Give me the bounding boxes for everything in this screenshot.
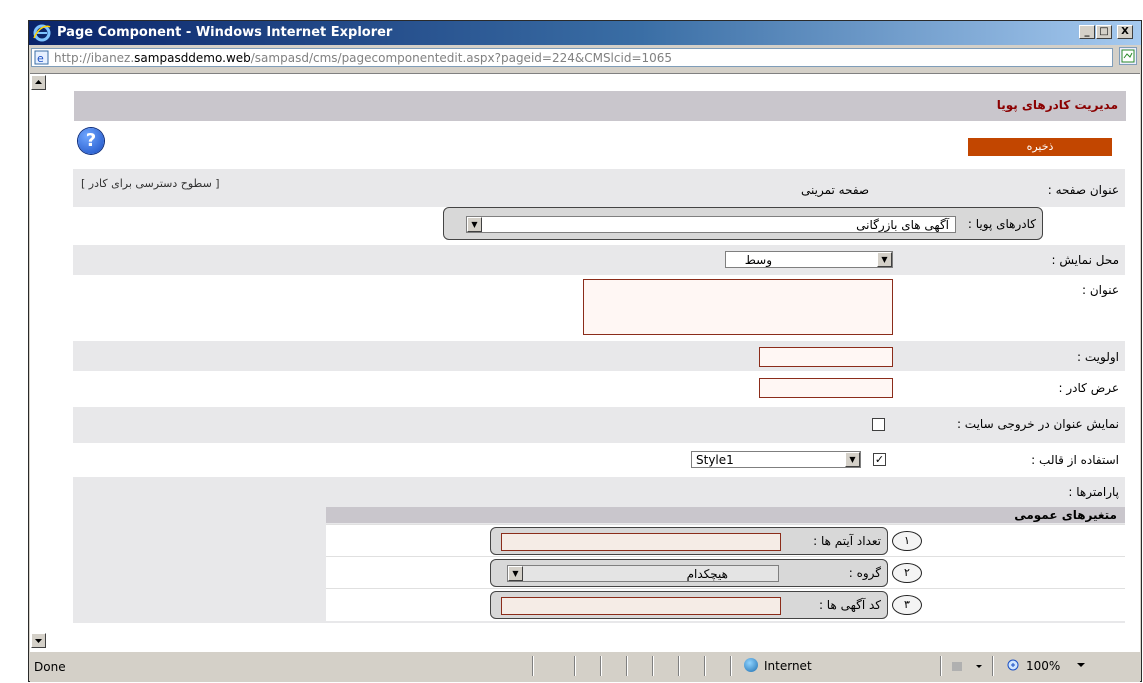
- parameter-number: ٢: [892, 563, 922, 583]
- parameters-header: متغیرهای عمومی: [326, 507, 1125, 523]
- page-title: مدیریت کادرهای پویا: [996, 98, 1118, 112]
- row-page-title: [ سطوح دسترسی برای کادر ] صفحه تمرینی عن…: [73, 169, 1125, 207]
- frame-width-label: عرض کادر :: [1058, 381, 1119, 395]
- minimize-button[interactable]: _: [1079, 25, 1095, 39]
- use-template-checkbox[interactable]: ✓: [873, 453, 886, 466]
- url-field[interactable]: e http://ibanez.sampasddemo.web/sampasd/…: [31, 48, 1113, 67]
- status-separator: [652, 656, 653, 676]
- dropdown-arrow-icon[interactable]: ▼: [467, 217, 482, 232]
- parameter-number: ٣: [892, 595, 922, 615]
- parameter-row: کد آگهی ها : ٣: [326, 588, 1125, 621]
- row-title: عنوان :: [73, 275, 1125, 341]
- parameter-group: ▼ هیچکدام گروه :: [490, 559, 888, 587]
- svg-text:e: e: [37, 52, 44, 65]
- template-select[interactable]: Style1 ▼: [691, 451, 861, 468]
- page-icon: e: [34, 50, 49, 65]
- dynamic-frames-value: آگهی های بازرگانی: [856, 218, 949, 232]
- display-location-select[interactable]: وسط ▼: [725, 251, 893, 268]
- title-textarea[interactable]: [583, 279, 893, 335]
- scroll-up-icon[interactable]: [31, 75, 46, 90]
- close-button[interactable]: X: [1117, 25, 1133, 39]
- save-button[interactable]: ذخیره: [968, 138, 1112, 156]
- window-title: Page Component - Windows Internet Explor…: [57, 25, 393, 40]
- ad-codes-label: کد آگهی ها :: [818, 598, 881, 612]
- status-separator: [992, 656, 993, 676]
- globe-icon: [744, 658, 758, 672]
- item-count-label: تعداد آیتم ها :: [813, 534, 881, 548]
- display-location-value: وسط: [744, 253, 772, 267]
- help-icon[interactable]: ?: [78, 128, 104, 154]
- browser-window: Page Component - Windows Internet Explor…: [28, 20, 1142, 682]
- go-icon[interactable]: [1119, 47, 1137, 65]
- parameters-label: پارامترها :: [1068, 485, 1119, 499]
- show-title-checkbox[interactable]: [872, 418, 885, 431]
- page-header: مدیریت کادرهای پویا: [74, 91, 1126, 121]
- item-count-input[interactable]: [501, 533, 781, 551]
- row-priority: اولویت :: [73, 341, 1125, 371]
- status-separator: [678, 656, 679, 676]
- page-title-label: عنوان صفحه :: [1047, 183, 1119, 197]
- dynamic-frames-select[interactable]: ▼ آگهی های بازرگانی: [466, 216, 956, 233]
- security-zone: Internet: [764, 659, 812, 673]
- chevron-down-icon[interactable]: [1076, 661, 1086, 669]
- parameter-row: ▼ هیچکدام گروه : ٢: [326, 556, 1125, 589]
- title-label: عنوان :: [1082, 283, 1119, 297]
- status-separator: [704, 656, 705, 676]
- status-separator: [600, 656, 601, 676]
- show-title-label: نمایش عنوان در خروجی سایت :: [956, 417, 1119, 431]
- group-select[interactable]: ▼ هیچکدام: [507, 565, 779, 582]
- protected-mode-icon[interactable]: [950, 659, 986, 673]
- status-bar: Done Internet 100%: [30, 651, 1140, 682]
- parameter-number: ١: [892, 531, 922, 551]
- status-text: Done: [34, 660, 66, 674]
- status-separator: [574, 656, 575, 676]
- display-location-label: محل نمایش :: [1051, 253, 1119, 267]
- template-value: Style1: [696, 453, 734, 467]
- group-value: هیچکدام: [686, 567, 728, 581]
- zoom-level[interactable]: 100%: [1026, 659, 1060, 673]
- url-text: http://ibanez.sampasddemo.web/sampasd/cm…: [54, 51, 673, 65]
- page-title-value: صفحه تمرینی: [801, 183, 870, 197]
- status-separator: [626, 656, 627, 676]
- parameter-group: کد آگهی ها :: [490, 591, 888, 619]
- status-separator: [730, 656, 731, 676]
- priority-label: اولویت :: [1077, 350, 1119, 364]
- row-dynamic-frames: ▼ آگهی های بازرگانی کادرهای پویا :: [73, 207, 1125, 245]
- row-use-template: Style1 ▼ ✓ استفاده از قالب :: [73, 443, 1125, 477]
- priority-input[interactable]: [759, 347, 893, 367]
- frame-width-input[interactable]: [759, 378, 893, 398]
- title-bar: Page Component - Windows Internet Explor…: [29, 21, 1141, 45]
- ie-logo-icon: [33, 24, 51, 42]
- scroll-down-icon[interactable]: [31, 633, 46, 648]
- access-levels-link[interactable]: [ سطوح دسترسی برای کادر ]: [81, 177, 220, 190]
- dropdown-arrow-icon[interactable]: ▼: [508, 566, 523, 581]
- address-bar: e http://ibanez.sampasddemo.web/sampasd/…: [29, 46, 1141, 70]
- parameter-group: تعداد آیتم ها :: [490, 527, 888, 555]
- ad-codes-input[interactable]: [501, 597, 781, 615]
- dropdown-arrow-icon[interactable]: ▼: [877, 252, 892, 267]
- dynamic-frames-group: ▼ آگهی های بازرگانی کادرهای پویا :: [443, 207, 1043, 240]
- row-frame-width: عرض کادر :: [73, 371, 1125, 407]
- dropdown-arrow-icon[interactable]: ▼: [845, 452, 860, 467]
- zoom-icon: [1007, 659, 1019, 671]
- parameters-header-title: متغیرهای عمومی: [1014, 508, 1117, 522]
- vertical-scrollbar[interactable]: [30, 74, 46, 649]
- status-separator: [532, 656, 533, 676]
- row-show-title: نمایش عنوان در خروجی سایت :: [73, 407, 1125, 443]
- dynamic-frames-label: کادرهای پویا :: [967, 217, 1036, 231]
- use-template-label: استفاده از قالب :: [1031, 453, 1119, 467]
- maximize-button[interactable]: □: [1096, 25, 1112, 39]
- group-label: گروه :: [848, 566, 881, 580]
- row-display-location: وسط ▼ محل نمایش :: [73, 245, 1125, 275]
- status-separator: [940, 656, 941, 676]
- parameter-row: تعداد آیتم ها : ١: [326, 524, 1125, 557]
